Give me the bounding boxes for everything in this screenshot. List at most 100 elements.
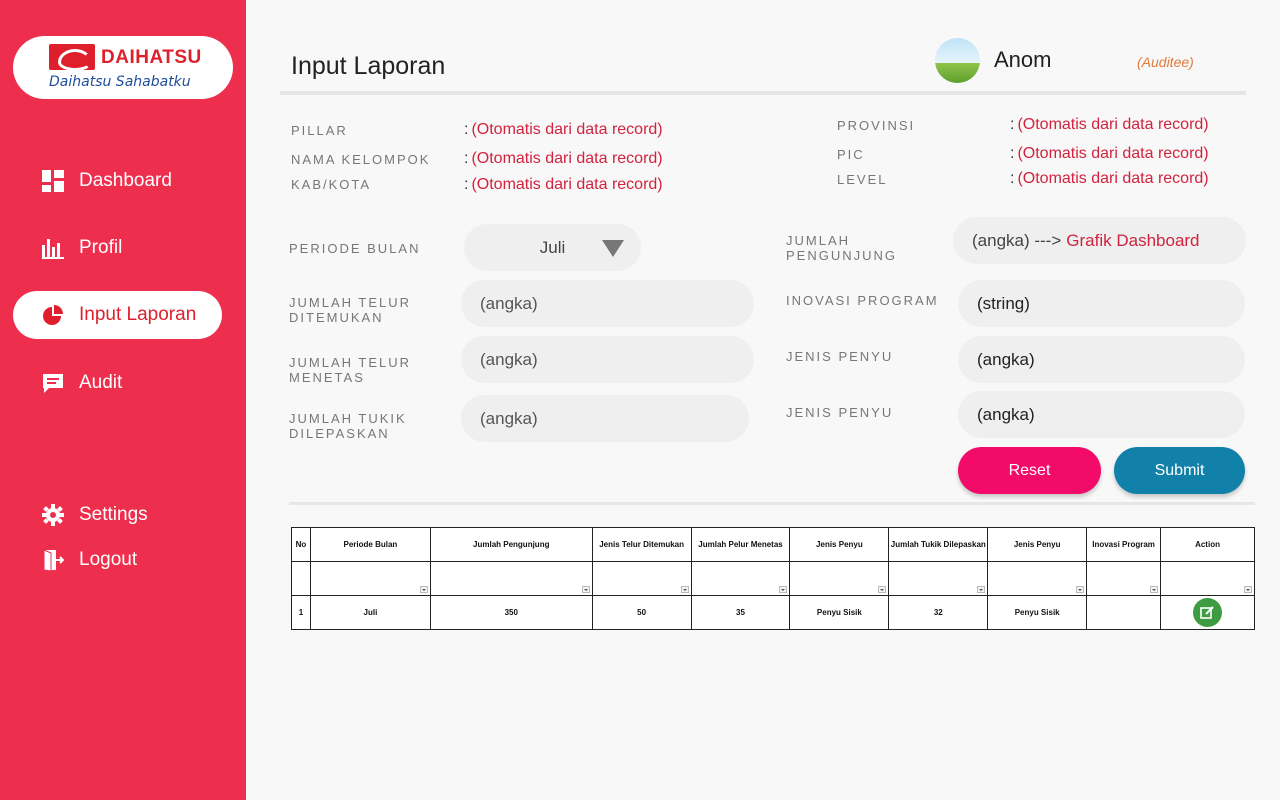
sidebar-item-label: Input Laporan bbox=[79, 304, 197, 325]
submit-button[interactable]: Submit bbox=[1114, 447, 1245, 494]
edit-icon bbox=[1200, 606, 1214, 619]
pie-chart-icon bbox=[41, 303, 65, 327]
info-label-nama-kelompok: NAMA KELOMPOK bbox=[291, 152, 431, 167]
filter-dropdown-icon[interactable] bbox=[1076, 586, 1085, 593]
filter-cell bbox=[291, 561, 311, 596]
table-cell: 35 bbox=[690, 595, 791, 630]
jenis-penyu-input[interactable] bbox=[958, 336, 1245, 383]
info-label-kab-kota: KAB/KOTA bbox=[291, 177, 372, 192]
jumlah-tukik-dilepaskan-input[interactable] bbox=[461, 395, 749, 442]
jumlah-pengunjung-value: (angka) ---> bbox=[972, 230, 1062, 250]
filter-dropdown-icon[interactable] bbox=[581, 586, 590, 593]
sidebar-item-input-laporan[interactable]: Input Laporan bbox=[13, 291, 222, 339]
bar-chart-icon bbox=[41, 236, 65, 260]
gear-icon bbox=[41, 503, 65, 527]
filter-cell[interactable] bbox=[888, 561, 989, 596]
column-header[interactable]: Jenis Penyu bbox=[987, 527, 1088, 562]
jenis-penyu-input-2[interactable] bbox=[958, 391, 1245, 438]
jumlah-telur-ditemukan-input[interactable] bbox=[461, 280, 754, 327]
table-cell: 50 bbox=[591, 595, 692, 630]
jenis-penyu-label: JENIS PENYU bbox=[786, 349, 894, 364]
jumlah-pengunjung-field[interactable]: (angka) ---> Grafik Dashboard bbox=[953, 217, 1246, 264]
jumlah-tukik-dilepaskan-label: JUMLAH TUKIK DILEPASKAN bbox=[289, 411, 407, 441]
periode-bulan-label: PERIODE BULAN bbox=[289, 241, 421, 256]
filter-cell[interactable] bbox=[1160, 561, 1255, 596]
filter-dropdown-icon[interactable] bbox=[977, 586, 986, 593]
info-value-nama-kelompok: : (Otomatis dari data record) bbox=[464, 150, 663, 167]
sidebar-item-dashboard[interactable]: Dashboard bbox=[13, 157, 222, 205]
info-label-provinsi: PROVINSI bbox=[837, 118, 916, 133]
filter-dropdown-icon[interactable] bbox=[779, 586, 788, 593]
filter-dropdown-icon[interactable] bbox=[878, 586, 887, 593]
page-title: Input Laporan bbox=[291, 52, 446, 80]
jumlah-pengunjung-label: JUMLAH PENGUNJUNG bbox=[786, 233, 898, 263]
jenis-penyu-label-2: JENIS PENYU bbox=[786, 405, 894, 420]
column-header[interactable]: Jumlah Pelur Menetas bbox=[690, 527, 791, 562]
column-header[interactable]: Jenis Penyu bbox=[789, 527, 890, 562]
sidebar-item-profil[interactable]: Profil bbox=[13, 224, 222, 272]
table-cell: 1 bbox=[291, 595, 311, 630]
sidebar-item-label: Logout bbox=[79, 549, 138, 570]
edit-button[interactable] bbox=[1193, 598, 1223, 627]
column-header[interactable]: Jumlah Pengunjung bbox=[429, 527, 593, 562]
jumlah-telur-menetas-input[interactable] bbox=[461, 336, 754, 383]
section-divider bbox=[289, 502, 1255, 505]
sidebar-item-label: Audit bbox=[79, 372, 123, 393]
column-header[interactable]: Inovasi Program bbox=[1086, 527, 1162, 562]
table-cell: Penyu Sisik bbox=[987, 595, 1088, 630]
filter-cell[interactable] bbox=[591, 561, 692, 596]
filter-cell[interactable] bbox=[309, 561, 431, 596]
info-label-pic: PIC bbox=[837, 147, 865, 162]
column-header[interactable]: Periode Bulan bbox=[309, 527, 431, 562]
table-cell: 350 bbox=[429, 595, 593, 630]
logout-icon bbox=[41, 548, 65, 572]
dropdown-triangle-icon bbox=[602, 240, 624, 257]
filter-dropdown-icon[interactable] bbox=[419, 586, 428, 593]
sidebar-item-logout[interactable]: Logout bbox=[13, 536, 222, 584]
sidebar-item-label: Profil bbox=[79, 237, 123, 258]
sidebar-item-label: Dashboard bbox=[79, 170, 172, 191]
column-header[interactable]: Jumlah Tukik Dilepaskan bbox=[888, 527, 989, 562]
table-cell: Penyu Sisik bbox=[789, 595, 890, 630]
laporan-table: No Periode Bulan Jumlah Pengunjung Jenis… bbox=[291, 527, 1255, 630]
filter-cell[interactable] bbox=[690, 561, 791, 596]
action-cell bbox=[1160, 595, 1255, 630]
inovasi-program-input[interactable] bbox=[958, 280, 1245, 327]
table-cell: Juli bbox=[309, 595, 431, 630]
periode-bulan-value: Juli bbox=[539, 237, 566, 257]
reset-button[interactable]: Reset bbox=[958, 447, 1101, 494]
column-header[interactable]: Action bbox=[1160, 527, 1255, 562]
info-label-level: LEVEL bbox=[837, 172, 888, 187]
sidebar-item-settings[interactable]: Settings bbox=[13, 491, 222, 539]
info-value-kab-kota: : (Otomatis dari data record) bbox=[464, 176, 663, 193]
filter-dropdown-icon[interactable] bbox=[1244, 586, 1252, 593]
table-filter-row bbox=[291, 561, 1255, 596]
table-cell: 32 bbox=[888, 595, 989, 630]
sidebar-item-audit[interactable]: Audit bbox=[13, 359, 222, 407]
brand-tagline: Daihatsu Sahabatku bbox=[49, 74, 191, 90]
table-header-row: No Periode Bulan Jumlah Pengunjung Jenis… bbox=[291, 527, 1255, 562]
filter-cell[interactable] bbox=[987, 561, 1088, 596]
info-value-provinsi: : (Otomatis dari data record) bbox=[1010, 116, 1209, 133]
column-header[interactable]: Jenis Telur Ditemukan bbox=[591, 527, 692, 562]
user-name: Anom bbox=[994, 47, 1052, 72]
filter-cell[interactable] bbox=[1086, 561, 1162, 596]
brand-name: DAIHATSU bbox=[101, 47, 202, 68]
filter-cell[interactable] bbox=[429, 561, 593, 596]
brand-logo[interactable]: DAIHATSU Daihatsu Sahabatku bbox=[13, 36, 233, 99]
filter-dropdown-icon[interactable] bbox=[680, 586, 689, 593]
filter-dropdown-icon[interactable] bbox=[1150, 586, 1159, 593]
grafik-dashboard-link[interactable]: Grafik Dashboard bbox=[1066, 231, 1199, 251]
periode-bulan-select[interactable]: Juli bbox=[464, 224, 641, 271]
info-value-pic: : (Otomatis dari data record) bbox=[1010, 145, 1209, 162]
sidebar-item-label: Settings bbox=[79, 504, 148, 525]
header-divider bbox=[280, 91, 1246, 95]
info-label-pillar: PILLAR bbox=[291, 123, 348, 138]
info-value-pillar: : (Otomatis dari data record) bbox=[464, 121, 663, 138]
column-header[interactable]: No bbox=[291, 527, 311, 562]
filter-cell[interactable] bbox=[789, 561, 890, 596]
avatar[interactable] bbox=[935, 38, 980, 83]
table-row: 1 Juli 350 50 35 Penyu Sisik 32 Penyu Si… bbox=[291, 595, 1255, 630]
chat-icon bbox=[41, 371, 65, 395]
dashboard-grid-icon bbox=[41, 169, 65, 193]
